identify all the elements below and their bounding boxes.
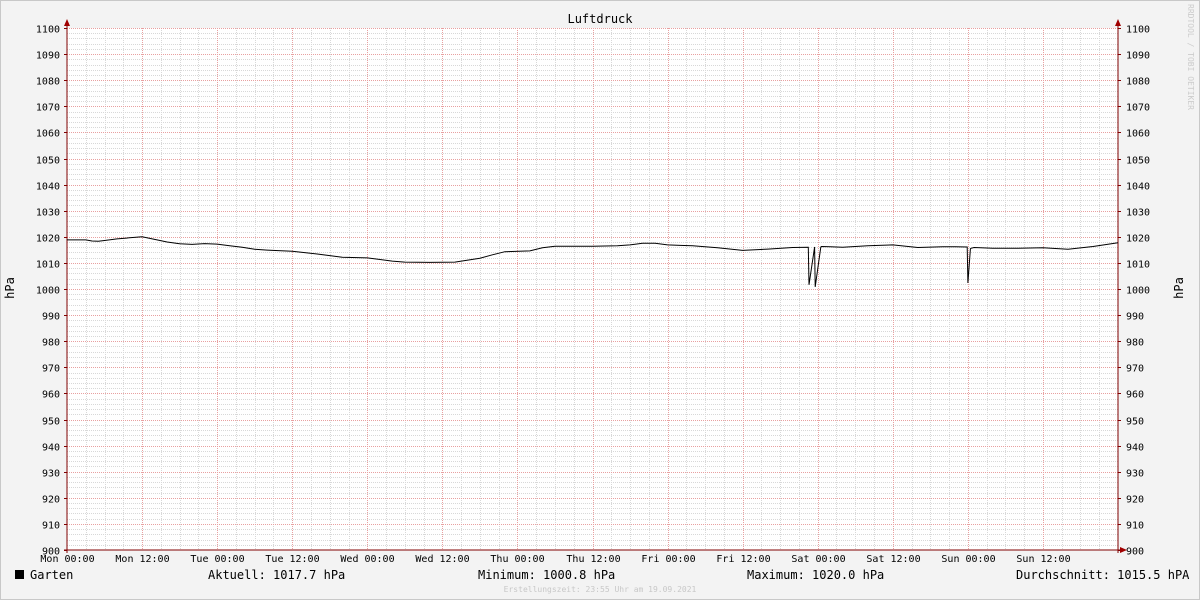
watermark: RRDTOOL / TOBI OETIKER	[1186, 4, 1195, 110]
y-tick-label-left: 980	[42, 338, 60, 349]
x-tick-label: Mon 12:00	[115, 554, 169, 565]
x-tick-label: Sat 00:00	[791, 554, 845, 565]
y-axis-label-left: hPa	[3, 277, 17, 299]
y-tick-label-right: 1070	[1126, 103, 1150, 114]
y-tick-label-right: 940	[1126, 443, 1144, 454]
y-tick-label-right: 1030	[1126, 208, 1150, 219]
x-tick-labels: Mon 00:00 Mon 12:00 Tue 00:00 Tue 12:00 Wed …	[40, 554, 1070, 565]
footer-timestamp: Erstellungszeit: 23:55 Uhr am 19.09.2021	[503, 585, 697, 594]
y-tick-label-left: 930	[42, 469, 60, 480]
y-axis-left-arrow	[64, 19, 70, 26]
y-tick-label-right: 1040	[1126, 182, 1150, 193]
x-tick-label: Sat 12:00	[866, 554, 920, 565]
chart-title: Luftdruck	[567, 12, 633, 26]
x-tick-label: Fri 00:00	[641, 554, 695, 565]
y-tick-label-left: 910	[42, 521, 60, 532]
y-tick-label-left: 920	[42, 495, 60, 506]
x-tick-label: Fri 12:00	[716, 554, 770, 565]
x-tick-label: Sun 12:00	[1016, 554, 1070, 565]
y-tick-label-left: 1060	[36, 129, 60, 140]
pressure-chart: 900 910 920 930 940 950 960 970 980 990 1000 1010 10…	[3, 4, 1195, 565]
y-tick-label-right: 1080	[1126, 77, 1150, 88]
y-tick-label-right: 1010	[1126, 260, 1150, 271]
y-tick-label-right: 920	[1126, 495, 1144, 506]
y-tick-label-left: 1010	[36, 260, 60, 271]
y-tick-label-left: 940	[42, 443, 60, 454]
y-tick-label-right: 1000	[1126, 286, 1150, 297]
y-tick-label-left: 1100	[36, 25, 60, 36]
y-axis-right-arrow	[1115, 19, 1121, 26]
y-tick-label-right: 960	[1126, 390, 1144, 401]
y-tick-labels-left: 9009109209309409509609709809901000101010…	[36, 25, 60, 558]
y-tick-label-left: 950	[42, 417, 60, 428]
y-tick-label-left: 1020	[36, 234, 60, 245]
y-tick-label-right: 930	[1126, 469, 1144, 480]
plot-area	[67, 28, 1118, 550]
legend-current: Aktuell: 1017.7 hPa	[208, 568, 346, 582]
x-tick-label: Tue 12:00	[265, 554, 319, 565]
y-tick-label-left: 1090	[36, 51, 60, 62]
x-tick-label: Thu 00:00	[490, 554, 544, 565]
y-tick-label-right: 1020	[1126, 234, 1150, 245]
x-tick-label: Tue 00:00	[190, 554, 244, 565]
y-tick-label-left: 1050	[36, 156, 60, 167]
y-tick-label-left: 1000	[36, 286, 60, 297]
y-tick-label-left: 1040	[36, 182, 60, 193]
legend-minimum: Minimum: 1000.8 hPa	[478, 568, 616, 582]
legend-average: Durchschnitt: 1015.5 hPA	[1016, 568, 1190, 582]
legend-series-name: Garten	[30, 568, 74, 582]
y-tick-label-right: 900	[1126, 547, 1144, 558]
x-tick-label: Mon 00:00	[40, 554, 94, 565]
x-tick-label: Wed 00:00	[340, 554, 394, 565]
y-tick-label-right: 950	[1126, 417, 1144, 428]
legend-maximum: Maximum: 1020.0 hPa	[747, 568, 885, 582]
y-tick-label-left: 1070	[36, 103, 60, 114]
y-tick-label-right: 990	[1126, 312, 1144, 323]
x-tick-label: Wed 12:00	[415, 554, 469, 565]
y-tick-labels-right: 900 910 920 930 940 950 960 970 980 990 1000 1010 10…	[1126, 25, 1150, 558]
y-tick-label-right: 970	[1126, 364, 1144, 375]
y-tick-label-left: 960	[42, 390, 60, 401]
y-tick-label-right: 980	[1126, 338, 1144, 349]
legend-swatch	[15, 570, 24, 579]
y-axis-label-right: hPa	[1172, 277, 1186, 299]
y-tick-label-left: 1030	[36, 208, 60, 219]
x-tick-label: Thu 12:00	[566, 554, 620, 565]
y-tick-label-right: 1090	[1126, 51, 1150, 62]
y-tick-label-left: 990	[42, 312, 60, 323]
y-tick-label-left: 970	[42, 364, 60, 375]
y-tick-label-right: 1060	[1126, 129, 1150, 140]
y-tick-label-right: 1100	[1126, 25, 1150, 36]
y-tick-label-right: 910	[1126, 521, 1144, 532]
y-tick-label-right: 1050	[1126, 156, 1150, 167]
y-tick-label-left: 1080	[36, 77, 60, 88]
x-tick-label: Sun 00:00	[941, 554, 995, 565]
